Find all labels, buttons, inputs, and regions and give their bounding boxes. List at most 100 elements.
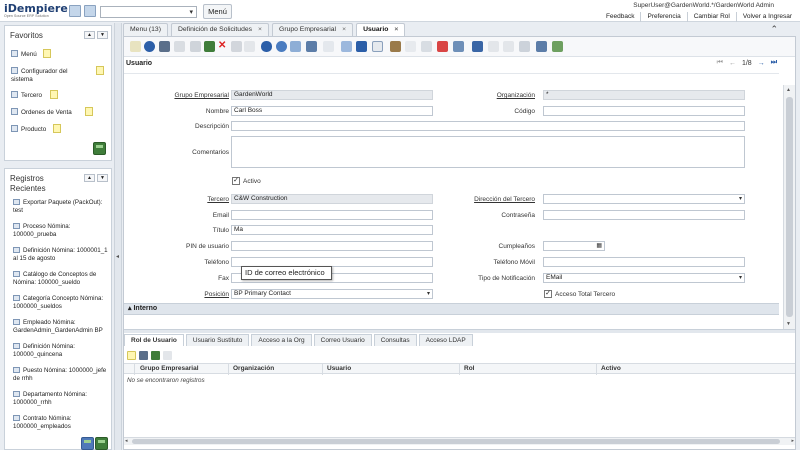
workflow-icon[interactable] <box>488 41 499 52</box>
tab-menu[interactable]: Menu (13) <box>123 23 168 36</box>
save-create-icon[interactable] <box>231 41 242 52</box>
column-grupo-empresarial[interactable]: Grupo Empresarial <box>140 365 199 373</box>
collapse-up-icon[interactable]: ▲ <box>84 31 95 39</box>
note-icon[interactable] <box>43 49 51 58</box>
sidebar-splitter[interactable]: ◂ <box>114 23 122 450</box>
close-icon[interactable]: × <box>342 26 346 33</box>
find-icon[interactable] <box>276 41 287 52</box>
scroll-thumb[interactable] <box>786 97 793 317</box>
grid-toggle-icon[interactable] <box>323 41 334 52</box>
first-record-icon[interactable]: ⏮ <box>717 59 723 67</box>
new-row-icon[interactable] <box>127 351 136 360</box>
lock-icon[interactable] <box>437 41 448 52</box>
comentarios-field[interactable] <box>231 136 745 168</box>
collapse-down-icon[interactable]: ▼ <box>97 174 108 182</box>
export-icon[interactable] <box>519 41 530 52</box>
favorites-toggle-icon[interactable] <box>69 5 81 17</box>
recent-item[interactable]: Definición Nómina: 1000001_1 al 15 de ag… <box>13 247 109 263</box>
window-toggle-icon[interactable] <box>84 5 96 17</box>
activo-checkbox[interactable]: ✓ <box>232 177 240 185</box>
detail-record-icon[interactable] <box>356 41 367 52</box>
favorite-item-menu[interactable]: Menú <box>11 50 37 59</box>
delete-recent-icon[interactable] <box>95 437 108 450</box>
refresh-icon[interactable] <box>81 437 94 450</box>
column-usuario[interactable]: Usuario <box>327 365 351 373</box>
cumpleanos-field[interactable]: ▦ <box>543 241 605 251</box>
tipo-notificacion-select[interactable]: EMail ▾ <box>543 273 745 283</box>
recent-item[interactable]: Proceso Nómina: 100000_prueba <box>13 223 109 239</box>
scroll-down-icon[interactable]: ▼ <box>786 321 791 327</box>
save-new-icon[interactable] <box>244 41 255 52</box>
telefono-movil-field[interactable] <box>543 257 745 267</box>
tab-acceso-org[interactable]: Acceso a la Org <box>251 334 312 346</box>
product-info-icon[interactable] <box>472 41 483 52</box>
posicion-select[interactable]: BP Primary Contact ▾ <box>231 289 433 299</box>
recent-item[interactable]: Exportar Paquete (PackOut): test <box>13 199 109 215</box>
add-favorite-icon[interactable] <box>93 142 106 155</box>
scroll-up-icon[interactable]: ▲ <box>786 87 791 93</box>
recent-item[interactable]: Contrato Nómina: 1000000_empleados <box>13 415 109 431</box>
scroll-left-icon[interactable]: ◂ <box>125 438 128 444</box>
favorite-item-configurador[interactable]: Configurador del sistema <box>11 67 81 84</box>
tab-acceso-ldap[interactable]: Acceso LDAP <box>418 334 473 346</box>
recent-item[interactable]: Departamento Nómina: 1000000_rrhh <box>13 391 109 407</box>
recent-item[interactable]: Empleado Nómina: GardenAdmin_GardenAdmin… <box>13 319 109 335</box>
print-icon[interactable] <box>421 41 432 52</box>
save-row-icon[interactable] <box>163 351 172 360</box>
help-icon[interactable] <box>144 41 155 52</box>
detail-splitter[interactable] <box>124 329 795 333</box>
close-icon[interactable]: × <box>258 26 262 33</box>
ignore-icon[interactable] <box>130 41 141 52</box>
request-icon[interactable] <box>503 41 514 52</box>
favorite-item-tercero[interactable]: Tercero <box>11 91 42 100</box>
parent-record-icon[interactable] <box>341 41 352 52</box>
next-record-icon[interactable]: → <box>758 60 765 67</box>
tab-grupo-empresarial[interactable]: Grupo Empresarial × <box>272 23 354 36</box>
note-icon[interactable] <box>85 107 93 116</box>
tab-usuario[interactable]: Usuario × <box>356 23 406 36</box>
previous-record-icon[interactable]: ← <box>729 60 736 67</box>
pin-field[interactable] <box>231 241 433 251</box>
tab-usuario-sustituto[interactable]: Usuario Sustituto <box>185 334 250 346</box>
delete-row-icon[interactable] <box>151 351 160 360</box>
titulo-field[interactable]: Ma <box>231 225 433 235</box>
recent-item[interactable]: Categoría Concepto Nómina: 1000000_sueld… <box>13 295 109 311</box>
import-icon[interactable] <box>536 41 547 52</box>
collapse-up-icon[interactable]: ▲ <box>84 174 95 182</box>
nombre-field[interactable]: Carl Boss <box>231 106 433 116</box>
save-icon[interactable] <box>190 41 201 52</box>
column-organizacion[interactable]: Organización <box>233 365 274 373</box>
calendar-icon[interactable]: ▦ <box>596 242 602 250</box>
recent-item[interactable]: Catálogo de Conceptos de Nómina: 100000_… <box>13 271 109 287</box>
last-record-icon[interactable]: ⏭ <box>771 59 777 67</box>
collapse-down-icon[interactable]: ▼ <box>97 31 108 39</box>
feedback-link[interactable]: Feedback <box>600 12 641 22</box>
codigo-field[interactable] <box>543 106 745 116</box>
menu-button[interactable]: Menú <box>203 4 232 19</box>
change-role-link[interactable]: Cambiar Rol <box>686 12 736 22</box>
section-interno[interactable]: ▴ Interno <box>124 303 779 315</box>
preferences-link[interactable]: Preferencia <box>640 12 686 22</box>
favorite-item-producto[interactable]: Producto <box>11 125 46 134</box>
post-it-icon[interactable] <box>552 41 563 52</box>
form-vertical-scrollbar[interactable]: ▲ ▼ <box>783 85 795 330</box>
grid-horizontal-scrollbar[interactable]: ◂ ▸ <box>124 437 795 445</box>
acceso-total-checkbox[interactable]: ✓ <box>544 290 552 298</box>
chat-icon[interactable] <box>306 41 317 52</box>
tab-correo-usuario[interactable]: Correo Usuario <box>313 334 372 346</box>
new-record-icon[interactable] <box>159 41 170 52</box>
tab-consultas[interactable]: Consultas <box>373 334 417 346</box>
tab-rol-usuario[interactable]: Rol de Usuario <box>124 334 184 346</box>
delete-selection-icon[interactable]: ✕ <box>218 41 229 52</box>
note-icon[interactable] <box>96 66 104 75</box>
scroll-right-icon[interactable]: ▸ <box>791 438 794 444</box>
delete-icon[interactable] <box>204 41 215 52</box>
direccion-tercero-select[interactable]: ▾ <box>543 194 745 204</box>
copy-icon[interactable] <box>174 41 185 52</box>
report-icon[interactable] <box>405 41 416 52</box>
descripcion-field[interactable] <box>231 121 745 131</box>
archive-icon[interactable] <box>390 41 401 52</box>
edit-row-icon[interactable] <box>139 351 148 360</box>
attachment-icon[interactable] <box>290 41 301 52</box>
process-icon[interactable] <box>453 41 464 52</box>
